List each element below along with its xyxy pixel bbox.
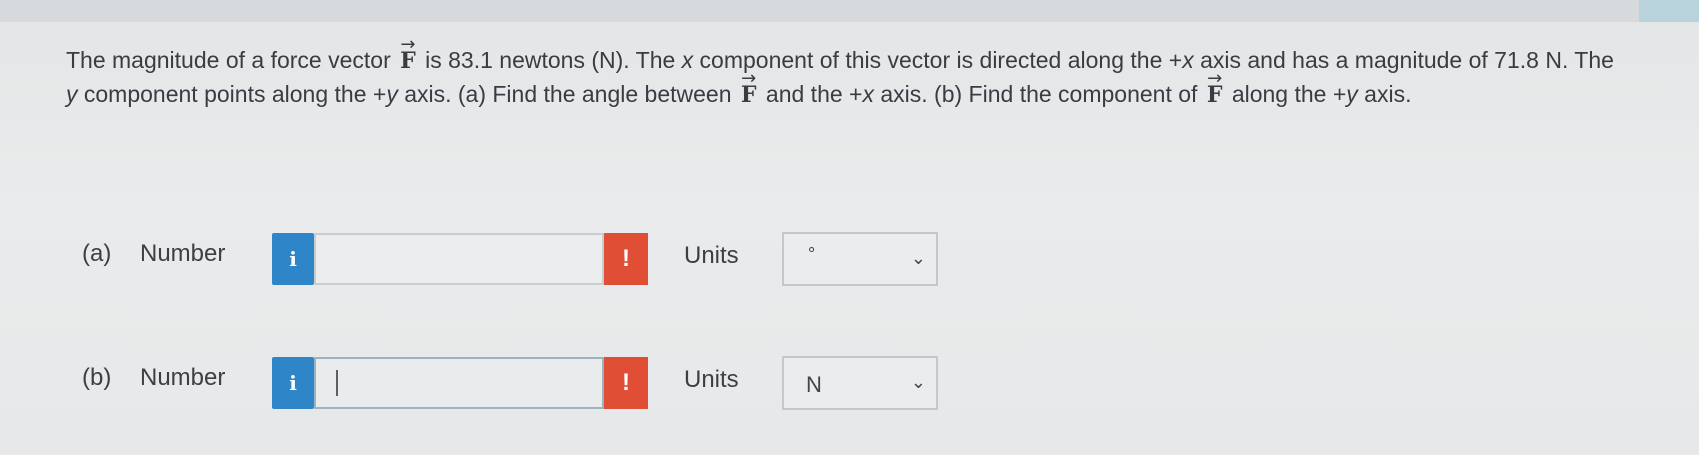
number-input-b[interactable] bbox=[314, 357, 604, 409]
part-label-a: (a) bbox=[82, 240, 112, 267]
top-bar bbox=[0, 0, 1699, 22]
chevron-down-icon: ⌄ bbox=[910, 372, 926, 393]
text-cursor bbox=[336, 370, 338, 396]
variable-y: y bbox=[386, 81, 398, 107]
variable-x: x bbox=[681, 47, 694, 73]
variable-y: y bbox=[66, 81, 78, 107]
number-label-b: Number bbox=[140, 364, 226, 391]
variable-x: x bbox=[862, 81, 874, 107]
variable-y: y bbox=[1346, 81, 1358, 107]
variable-x: x bbox=[1182, 47, 1194, 73]
units-select-b[interactable]: N ⌄ bbox=[782, 356, 938, 410]
top-bar-accent bbox=[1639, 0, 1699, 22]
answer-row-a: (a) Number i ! Units ° ⌄ bbox=[0, 228, 1000, 288]
question-text-segment: component points along the + bbox=[77, 81, 387, 107]
number-label-a: Number bbox=[140, 240, 226, 267]
question-text-segment: axis. bbox=[1357, 81, 1412, 107]
question-text-segment: along the + bbox=[1225, 81, 1347, 107]
info-icon[interactable]: i bbox=[272, 233, 314, 285]
question-text-segment: axis. (a) Find the angle between bbox=[397, 81, 738, 107]
warning-icon[interactable]: ! bbox=[604, 233, 648, 285]
chevron-down-icon: ⌄ bbox=[910, 248, 926, 269]
question-text-segment: and the + bbox=[759, 81, 863, 107]
part-label-b: (b) bbox=[82, 364, 112, 391]
force-vector-symbol: F bbox=[400, 45, 416, 78]
question-text-segment: axis and has a magnitude of 71.8 N. The bbox=[1193, 47, 1614, 73]
units-label-b: Units bbox=[684, 366, 739, 393]
answer-row-b: (b) Number i ! Units N ⌄ bbox=[0, 352, 1000, 412]
warning-icon[interactable]: ! bbox=[604, 357, 648, 409]
units-selected-value-a: ° bbox=[808, 244, 816, 264]
force-vector-symbol: F bbox=[741, 79, 757, 112]
number-input-a[interactable] bbox=[314, 233, 604, 285]
units-select-a[interactable]: ° ⌄ bbox=[782, 232, 938, 286]
question-text-segment: is 83.1 newtons (N). The bbox=[418, 47, 682, 73]
force-vector-symbol: F bbox=[1207, 79, 1223, 112]
question-text: The magnitude of a force vector F is 83.… bbox=[66, 44, 1626, 112]
question-text-segment: component of this vector is directed alo… bbox=[693, 47, 1183, 73]
units-selected-value-b: N bbox=[806, 372, 822, 397]
units-label-a: Units bbox=[684, 242, 739, 269]
question-text-segment: axis. (b) Find the component of bbox=[873, 81, 1204, 107]
question-text-segment: The magnitude of a force vector bbox=[66, 47, 398, 73]
info-icon[interactable]: i bbox=[272, 357, 314, 409]
